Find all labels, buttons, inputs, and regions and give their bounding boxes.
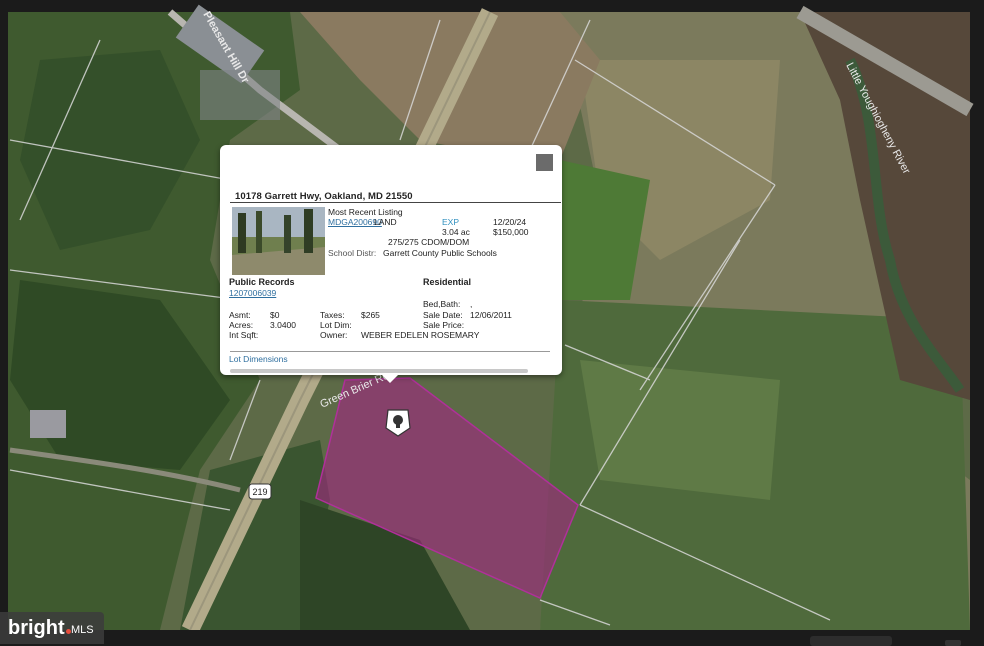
acres-value: 3.0400 [270,320,296,330]
bed-bath-value: , [470,299,473,309]
sale-price-label: Sale Price: [423,320,465,330]
property-category: Residential [423,277,472,287]
sale-date-label: Sale Date: [423,310,463,320]
divider [230,351,550,352]
listing-date: 12/20/24 [493,217,527,227]
route-shield-icon: 219 [248,483,272,500]
int-sqft-label: Int Sqft: [229,330,259,340]
property-address: 10178 Garrett Hwy, Oakland, MD 21550 [235,191,413,202]
listing-price: $150,000 [493,227,529,237]
school-label: School Distr: [328,248,377,258]
asmt-label: Asmt: [229,310,251,320]
popup-scrollbar[interactable] [230,369,528,373]
owner-label: Owner: [320,330,348,340]
lot-dimensions-link[interactable]: Lot Dimensions [229,354,288,364]
property-info-popup: 10178 Garrett Hwy, Oakland, MD 21550 Mos… [220,145,562,383]
map-view[interactable]: Pleasant Hill Dr Little Youghiogheny Riv… [0,0,984,646]
taxes-label: Taxes: [320,310,345,320]
lot-dim-label: Lot Dim: [320,320,352,330]
close-popup-button[interactable] [536,154,553,171]
listing-type: LAND [374,217,397,227]
school-district: Garrett County Public Schools [383,248,497,258]
bed-bath-label: Bed,Bath: [423,299,461,309]
svg-text:219: 219 [252,487,267,497]
public-records-title: Public Records [229,277,295,287]
listing-cdom: 275/275 CDOM/DOM [388,237,470,247]
divider [230,202,561,203]
listing-status: EXP [442,217,460,227]
bright-mls-logo: bright MLS [0,612,104,644]
asmt-value: $0 [270,310,280,320]
taxes-value: $265 [361,310,380,320]
listing-photo[interactable] [232,207,325,275]
sale-date-value: 12/06/2011 [470,310,512,320]
listing-acres: 3.04 ac [442,227,470,237]
acres-label: Acres: [229,320,254,330]
tax-id-link[interactable]: 1207006039 [229,288,276,298]
owner-value: WEBER EDELEN ROSEMARY [361,330,480,340]
listing-title: Most Recent Listing [328,207,403,217]
